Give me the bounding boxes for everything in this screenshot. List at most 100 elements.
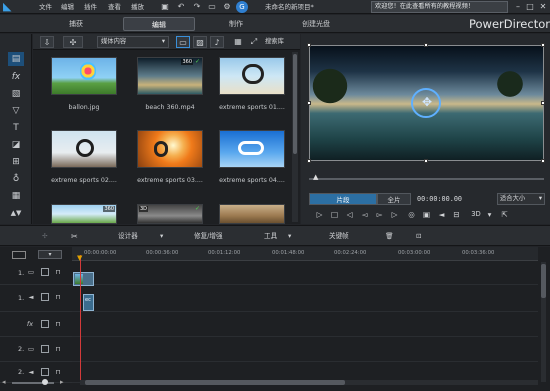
lock-icon[interactable]: ⊓ <box>54 345 62 353</box>
timeline-vertical-scroll-thumb[interactable] <box>541 264 546 298</box>
delete-icon[interactable]: 🗑 <box>385 231 393 242</box>
designer-button[interactable]: 设计器 <box>118 231 138 242</box>
step-forward-icon[interactable]: ▻ <box>374 209 385 220</box>
fit-size-dropdown[interactable]: 适合大小 ▾ <box>497 193 545 205</box>
media-thumb-extreme01[interactable] <box>219 57 285 95</box>
timecode-display[interactable]: 00:00:00.00 <box>417 193 462 205</box>
track-enable-checkbox[interactable] <box>41 268 49 276</box>
stop-icon[interactable]: □ <box>329 209 340 220</box>
pip-room-icon[interactable]: ▧ <box>8 87 24 101</box>
import-media-icon[interactable]: ⇩ <box>40 36 54 48</box>
timeline-horizontal-scroll-thumb[interactable] <box>85 380 345 385</box>
tab-edit[interactable]: 编辑 <box>123 17 195 31</box>
chevron-down-icon[interactable]: ▾ <box>484 209 495 220</box>
resize-handle[interactable] <box>424 159 428 163</box>
resize-handle[interactable] <box>307 101 311 105</box>
snapshot-icon[interactable]: ◎ <box>406 209 417 220</box>
tab-capture[interactable]: 捕获 <box>46 17 106 31</box>
redo-icon[interactable]: ↷ <box>192 1 202 13</box>
media-thumb-row3-2[interactable]: 3D ✓ <box>137 204 203 224</box>
media-thumb-extreme03[interactable] <box>137 130 203 168</box>
media-thumb-beach360[interactable]: 360 ✓ <box>137 57 203 95</box>
lock-icon[interactable]: ⊓ <box>54 320 62 328</box>
audio-filter-icon[interactable]: ♪ <box>210 36 224 48</box>
resize-handle[interactable] <box>541 43 545 47</box>
fx-track-lane[interactable] <box>72 313 538 337</box>
video-track-1-lane[interactable] <box>72 263 538 285</box>
zoom-slider-knob[interactable] <box>42 379 48 385</box>
undo-icon[interactable]: ↶ <box>176 1 186 13</box>
movie-mode-button[interactable]: 全片 <box>377 193 411 205</box>
next-frame-icon[interactable]: ▷ <box>389 209 400 220</box>
volume-icon[interactable]: ◄ <box>436 209 447 220</box>
menu-file[interactable]: 文件 <box>39 1 52 13</box>
media-thumb-ballon[interactable] <box>51 57 117 95</box>
media-thumb-row3-1[interactable]: 360 <box>51 204 117 224</box>
chapter-room-icon[interactable]: ▦ <box>8 189 24 203</box>
video-filter-icon[interactable]: ▭ <box>176 36 190 48</box>
timeline-view-icon[interactable] <box>12 251 26 259</box>
resize-handle[interactable] <box>541 101 545 105</box>
time-ruler[interactable]: 00:00:00:00 00:00:36:00 00:01:12:00 00:0… <box>72 247 538 261</box>
title-room-icon[interactable]: T <box>8 121 24 135</box>
voiceover-icon[interactable]: ♁ <box>8 172 24 186</box>
media-thumb-extreme04[interactable] <box>219 130 285 168</box>
keyframe-button[interactable]: 关键帧 <box>329 231 349 242</box>
welcome-banner[interactable]: 欢迎您！在此查看所有的教程视频！ <box>371 1 508 13</box>
audio-track-1-lane[interactable] <box>72 285 538 312</box>
image-filter-icon[interactable]: ▨ <box>193 36 207 48</box>
step-back-icon[interactable]: ◅ <box>359 209 370 220</box>
expand-rooms-icon[interactable]: ▲▼ <box>8 206 24 220</box>
lock-icon[interactable]: ⊓ <box>54 293 62 301</box>
effects-room-icon[interactable]: fx <box>8 70 24 84</box>
transition-room-icon[interactable]: ◪ <box>8 138 24 152</box>
minimize-icon[interactable]: – <box>512 1 524 13</box>
maximize-icon[interactable]: □ <box>524 1 536 13</box>
chevron-down-icon[interactable]: ▾ <box>288 231 291 242</box>
fix-enhance-button[interactable]: 修复/增强 <box>194 231 223 242</box>
audio-mixing-icon[interactable]: ⊞ <box>8 155 24 169</box>
lock-icon[interactable]: ⊓ <box>54 368 62 376</box>
menu-edit[interactable]: 编辑 <box>61 1 74 13</box>
view-options-icon[interactable]: ▦ <box>231 36 245 48</box>
scissors-icon[interactable]: ✂ <box>71 231 78 242</box>
menu-playback[interactable]: 播放 <box>131 1 144 13</box>
media-room-icon[interactable]: ▤ <box>8 52 24 66</box>
chevron-down-icon[interactable]: ▾ <box>160 231 163 242</box>
play-icon[interactable]: ▷ <box>314 209 325 220</box>
account-icon[interactable]: G <box>236 1 248 13</box>
media-thumb-extreme02[interactable] <box>51 130 117 168</box>
track-enable-checkbox[interactable] <box>41 320 49 328</box>
lock-icon[interactable]: ⊓ <box>54 268 62 276</box>
clip-options-icon[interactable]: ⊡ <box>416 231 422 242</box>
menu-plugins[interactable]: 插件 <box>84 1 97 13</box>
audio-clip[interactable]: ec <box>83 294 94 311</box>
plugins-icon[interactable]: ✣ <box>63 36 83 48</box>
close-icon[interactable]: ✕ <box>537 1 549 13</box>
aspect-ratio-icon[interactable]: ▭ <box>206 1 218 13</box>
expand-library-icon[interactable]: ⤢ <box>247 36 261 48</box>
storyboard-toggle-icon[interactable]: ▾ <box>38 250 62 259</box>
menu-view[interactable]: 查看 <box>108 1 121 13</box>
particle-room-icon[interactable]: ▽ <box>8 104 24 118</box>
resize-handle[interactable] <box>424 43 428 47</box>
zoom-in-icon[interactable]: ▸ <box>60 378 64 386</box>
zoom-out-icon[interactable]: ◂ <box>2 378 6 386</box>
save-icon[interactable]: ▣ <box>160 1 170 13</box>
undock-preview-icon[interactable]: ⇱ <box>499 209 510 220</box>
preview-scrubber[interactable] <box>309 178 544 180</box>
video-track-2-lane[interactable] <box>72 338 538 362</box>
playhead-marker-icon[interactable]: ▼ <box>77 254 82 262</box>
settings-icon[interactable]: ⚙ <box>222 1 232 13</box>
resize-handle[interactable] <box>307 43 311 47</box>
library-scroll-thumb[interactable] <box>293 54 297 154</box>
track-enable-checkbox[interactable] <box>41 368 49 376</box>
tools-button[interactable]: 工具 <box>264 231 277 242</box>
track-enable-checkbox[interactable] <box>41 293 49 301</box>
display-icon[interactable]: ⊟ <box>451 209 462 220</box>
tab-create-disc[interactable]: 创建光盘 <box>286 17 346 31</box>
resize-handle[interactable] <box>307 159 311 163</box>
360-view-control-icon[interactable]: ✥ <box>411 88 441 118</box>
video-clip[interactable] <box>73 272 94 286</box>
scrubber-knob-icon[interactable]: ▲ <box>313 173 318 181</box>
